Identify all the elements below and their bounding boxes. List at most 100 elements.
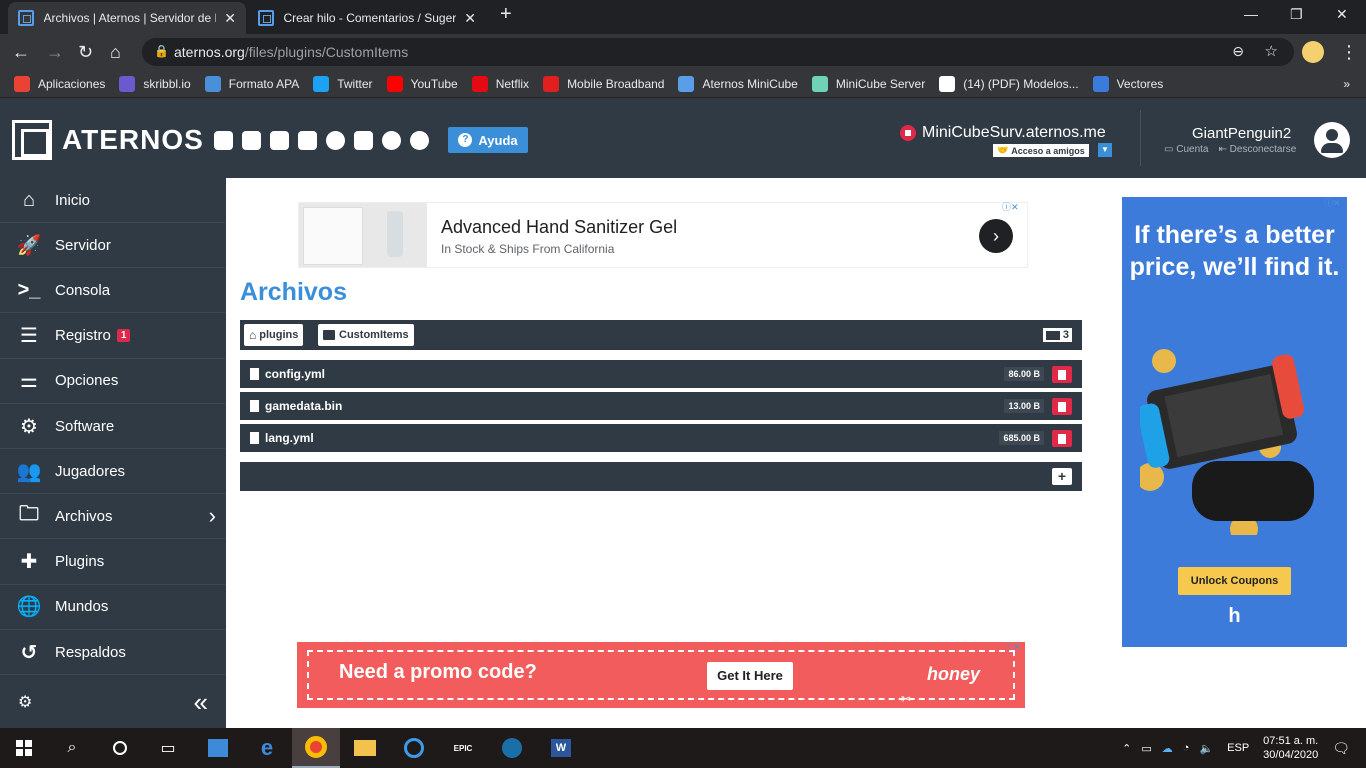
chevron-down-icon[interactable]: ▼ (1098, 143, 1112, 157)
ad-get-it-button[interactable]: Get It Here (707, 662, 793, 690)
wifi-icon[interactable]: ◔ (1183, 742, 1190, 754)
adchoices-icon[interactable]: ⓘ✕ (1324, 196, 1341, 209)
breadcrumb-plugins[interactable]: ⌂ plugins (244, 324, 304, 346)
support-icon[interactable] (382, 131, 401, 150)
ad-unlock-coupons-button[interactable]: Unlock Coupons (1178, 567, 1291, 595)
tab-crear-hilo[interactable]: Crear hilo - Comentarios / Sugere ✕ (248, 2, 486, 34)
maximize-icon[interactable]: ❐ (1290, 6, 1303, 23)
sidebar-item-mundos[interactable]: 🌐 Mundos (0, 585, 226, 630)
bookmark-6[interactable]: Mobile Broadband (543, 75, 664, 92)
cortana-icon[interactable] (96, 728, 144, 768)
bookmark-4[interactable]: YouTube (386, 75, 458, 92)
reddit-icon[interactable] (326, 131, 345, 150)
friends-access-button[interactable]: 🤝 Acceso a amigos (993, 144, 1089, 157)
adchoices-icon[interactable]: ⓘ✕ (1002, 200, 1019, 213)
youtube-icon[interactable] (270, 131, 289, 150)
sidebar-item-software[interactable]: ⚙ Software (0, 404, 226, 449)
aternos-logo-icon[interactable] (12, 120, 52, 160)
adchoices-icon[interactable]: ⓘ✕ (1004, 640, 1021, 653)
close-window-icon[interactable]: ✕ (1336, 6, 1348, 23)
bookmark-5[interactable]: Netflix (471, 75, 529, 92)
more-bookmarks-icon[interactable]: » (1343, 77, 1350, 91)
close-tab-icon[interactable]: ✕ (224, 10, 236, 27)
zoom-icon[interactable]: ⊖ (1232, 43, 1244, 60)
logout-link[interactable]: ⇤ Desconectarse (1218, 144, 1296, 155)
twitter-icon[interactable] (214, 131, 233, 150)
bookmark-10[interactable]: Vectores (1092, 75, 1163, 92)
onedrive-icon[interactable]: ☁ (1162, 742, 1173, 755)
file-row[interactable]: config.yml 86.00 B (240, 360, 1082, 388)
file-row[interactable]: gamedata.bin 13.00 B (240, 392, 1082, 420)
account-link[interactable]: ▭ Cuenta (1164, 144, 1208, 155)
tab-archivos[interactable]: Archivos | Aternos | Servidor de M ✕ (8, 2, 246, 34)
bookmark-0[interactable]: Aplicaciones (14, 75, 105, 92)
ad-banner-top[interactable]: Advanced Hand Sanitizer Gel In Stock & S… (298, 202, 1028, 268)
sidebar-item-plugins[interactable]: ✚ Plugins (0, 540, 226, 585)
file-name[interactable]: gamedata.bin (265, 399, 342, 413)
trash-icon[interactable] (1052, 398, 1072, 415)
chrome-icon[interactable] (292, 728, 340, 768)
back-arrow-icon[interactable]: ← (12, 42, 30, 62)
profile-avatar-icon[interactable] (1302, 41, 1324, 63)
steam-icon[interactable] (488, 728, 536, 768)
facebook-icon[interactable] (242, 131, 261, 150)
breadcrumb-customitems[interactable]: CustomItems (318, 324, 414, 346)
clock[interactable]: 07:51 a. m. 30/04/2020 (1263, 734, 1318, 762)
collapse-sidebar-icon[interactable]: « (194, 687, 208, 718)
instagram-icon[interactable] (298, 131, 317, 150)
uplay-icon[interactable] (390, 728, 438, 768)
bookmark-8[interactable]: MiniCube Server (811, 75, 925, 92)
sidebar-item-registro[interactable]: ☰ Registro 1 (0, 314, 226, 359)
sidebar-item-jugadores[interactable]: 👥 Jugadores (0, 449, 226, 495)
file-row[interactable]: lang.yml 685.00 B (240, 424, 1082, 452)
sidebar-item-opciones[interactable]: ⚌ Opciones (0, 359, 226, 404)
file-name[interactable]: config.yml (265, 367, 325, 381)
sidebar-item-consola[interactable]: >_ Consola (0, 268, 226, 314)
bookmark-3[interactable]: Twitter (313, 75, 373, 92)
forward-arrow-icon[interactable]: → (46, 42, 64, 62)
add-file-button[interactable]: + (1052, 468, 1072, 485)
username[interactable]: GiantPenguin2 (1192, 125, 1291, 142)
discord-icon[interactable] (354, 131, 373, 150)
chevron-up-icon[interactable]: ⌃ (1122, 742, 1131, 755)
search-icon[interactable]: ⌕ (48, 728, 96, 768)
sidebar-item-inicio[interactable]: ⌂ Inicio (0, 178, 226, 223)
bookmark-1[interactable]: skribbl.io (119, 75, 191, 92)
minimize-icon[interactable]: — (1244, 6, 1258, 22)
edge-icon[interactable]: e (243, 728, 291, 768)
server-address[interactable]: MiniCubeSurv.aternos.me (900, 124, 1106, 142)
browser-menu-icon[interactable]: ⋮ (1340, 42, 1358, 62)
windows-start-icon[interactable] (0, 728, 48, 768)
language-indicator[interactable]: ESP (1227, 742, 1249, 754)
ad-go-button[interactable]: › (979, 219, 1013, 253)
aternos-logo-text[interactable]: ATERNOS (62, 124, 204, 156)
store-icon[interactable] (194, 728, 242, 768)
bookmark-7[interactable]: Aternos MiniCube (678, 75, 798, 92)
battery-icon[interactable]: ▭ (1141, 742, 1151, 755)
home-icon[interactable]: ⌂ (110, 42, 121, 62)
reload-icon[interactable]: ↻ (78, 42, 93, 62)
sidebar-item-servidor[interactable]: 🚀 Servidor (0, 223, 226, 269)
trash-icon[interactable] (1052, 430, 1072, 447)
word-icon[interactable]: W (537, 728, 585, 768)
notifications-icon[interactable]: 🗨 (1332, 740, 1350, 757)
avatar[interactable] (1314, 122, 1350, 158)
ad-banner-bottom[interactable]: Need a promo code? Get It Here honey ✂ (297, 642, 1025, 708)
settings-gear-icon[interactable]: ⚙ (18, 692, 32, 712)
github-icon[interactable] (410, 131, 429, 150)
bookmark-star-icon[interactable]: ☆ (1265, 42, 1278, 60)
file-name[interactable]: lang.yml (265, 431, 314, 445)
task-view-icon[interactable]: ▭ (144, 728, 192, 768)
sidebar-item-respaldos[interactable]: ↺ Respaldos (0, 630, 226, 675)
trash-icon[interactable] (1052, 366, 1072, 383)
ad-banner-side[interactable]: If there’s a better price, we’ll find it… (1122, 197, 1347, 647)
file-explorer-icon[interactable] (341, 728, 389, 768)
bookmark-2[interactable]: Formato APA (204, 75, 299, 92)
new-tab-icon[interactable]: + (500, 3, 512, 26)
close-tab-icon[interactable]: ✕ (464, 10, 476, 27)
help-button[interactable]: ? Ayuda (448, 127, 528, 153)
bookmark-9[interactable]: (14) (PDF) Modelos... (939, 75, 1079, 92)
epic-games-icon[interactable]: EPIC (439, 728, 487, 768)
sidebar-item-archivos[interactable]: 🗀 Archivos › (0, 494, 226, 540)
url-input[interactable]: 🔒 aternos.org/files/plugins/CustomItems … (142, 38, 1294, 66)
